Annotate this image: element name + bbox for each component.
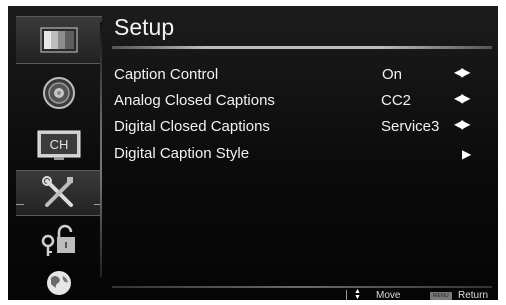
sidebar: CH — [16, 14, 102, 298]
sidebar-item-channel[interactable]: CH — [16, 122, 102, 168]
return-hint-label: Return — [458, 290, 489, 300]
speaker-icon — [43, 77, 75, 109]
sidebar-item-picture[interactable] — [16, 16, 102, 64]
sidebar-bracket — [16, 204, 24, 205]
menu-row-value: On — [382, 66, 403, 83]
menu-row-label: Analog Closed Captions — [114, 92, 275, 109]
footer-divider — [112, 286, 492, 288]
sidebar-item-language[interactable] — [16, 260, 102, 300]
sidebar-item-audio[interactable] — [16, 70, 102, 116]
channel-icon-label: CH — [50, 137, 69, 152]
menu-row-digital-caption-style[interactable]: Digital Caption Style ▶ — [112, 143, 490, 165]
menu-row-value: CC2 — [381, 92, 412, 109]
move-hint-label: Move — [376, 290, 401, 300]
menu-row-analog-closed-captions[interactable]: Analog Closed Captions CC2 ◀▶ — [112, 90, 490, 112]
right-arrow-icon[interactable]: ▶ — [462, 147, 471, 161]
menu-row-label: Caption Control — [114, 66, 219, 83]
up-down-arrow-icon: ▲ ▼ — [354, 288, 361, 300]
left-right-arrow-icon[interactable]: ◀▶ — [454, 65, 471, 79]
footer-hints: ▲ ▼ Move MENU Return — [346, 288, 496, 300]
footer-separator — [346, 290, 347, 300]
sidebar-item-lock[interactable] — [16, 218, 102, 264]
menu-row-value: Service3 — [381, 118, 440, 135]
tools-icon — [42, 176, 73, 207]
menu-row-label: Digital Closed Captions — [114, 118, 270, 135]
sidebar-item-setup[interactable] — [16, 170, 102, 216]
menu-row-caption-control[interactable]: Caption Control On ◀▶ — [112, 64, 490, 86]
left-right-arrow-icon[interactable]: ◀▶ — [454, 91, 471, 105]
menu-row-label: Digital Caption Style — [114, 145, 250, 162]
globe-icon — [47, 271, 71, 295]
picture-icon — [40, 27, 78, 53]
title-divider — [112, 46, 492, 49]
page-title: Setup — [114, 14, 175, 40]
lock-icon — [41, 224, 75, 256]
tv-setup-screen: CH Setup Caption Control On ◀▶ Analog Cl… — [8, 6, 498, 300]
sidebar-divider — [100, 22, 102, 277]
left-right-arrow-icon[interactable]: ◀▶ — [454, 117, 471, 131]
menu-key-icon: MENU — [430, 292, 452, 300]
channel-icon: CH — [37, 130, 81, 160]
menu-row-digital-closed-captions[interactable]: Digital Closed Captions Service3 ◀▶ — [112, 116, 490, 138]
